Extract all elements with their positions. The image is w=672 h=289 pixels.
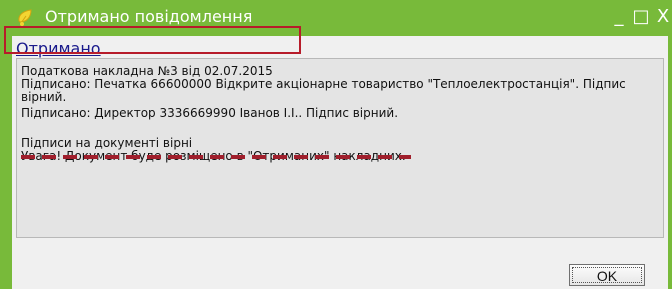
message-line-1: Підписано: Печатка 66600000 Відкрите акц… [21, 77, 626, 104]
highlight-frame [4, 26, 301, 54]
message-line-2: Підписано: Директор 3336669990 Іванов І.… [21, 106, 399, 120]
ok-button[interactable]: OK [569, 264, 645, 286]
dashed-underline [21, 155, 411, 159]
message-dialog: Отримано повідомлення _ □ X Отримано Под… [0, 0, 672, 289]
dialog-body: Отримано Податкова накладна №3 від 02.07… [12, 36, 668, 289]
maximize-button[interactable]: □ [632, 6, 650, 28]
window-title: Отримано повідомлення [45, 7, 253, 26]
leaf-icon [16, 9, 36, 27]
close-button[interactable]: X [654, 6, 672, 28]
window-controls: _ □ X [610, 6, 672, 28]
ok-button-label: OK [596, 268, 618, 284]
minimize-button[interactable]: _ [610, 6, 628, 28]
message-text-area: Податкова накладна №3 від 02.07.2015 Під… [16, 58, 664, 238]
